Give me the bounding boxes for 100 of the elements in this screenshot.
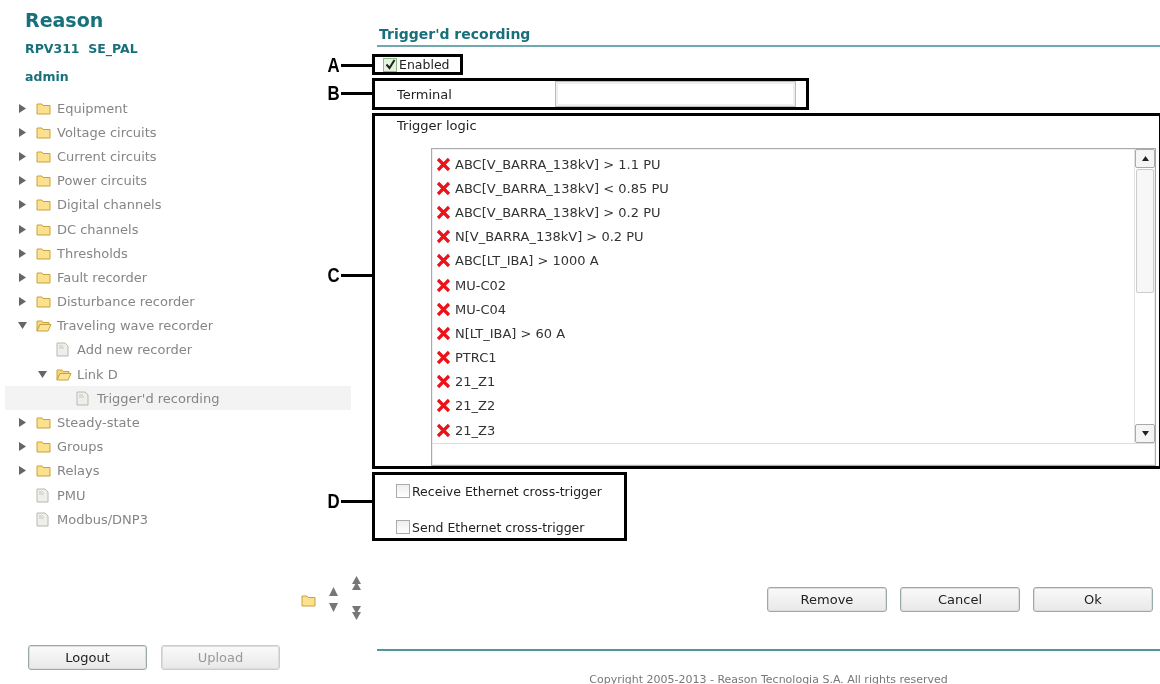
trigger-item[interactable]: MU-C02 [432, 272, 1134, 298]
collapsed-arrow-icon[interactable] [18, 418, 27, 428]
tree-item[interactable]: Groups [5, 434, 311, 459]
delete-icon[interactable] [436, 374, 451, 390]
expanded-arrow-icon[interactable] [38, 369, 47, 379]
open-folder-icon [56, 367, 72, 381]
collapsed-arrow-icon[interactable] [18, 272, 27, 282]
collapsed-arrow-icon[interactable] [18, 103, 27, 113]
collapsed-arrow-icon[interactable] [18, 466, 27, 476]
delete-icon[interactable] [436, 180, 451, 196]
delete-icon[interactable] [436, 253, 451, 269]
scrollbar[interactable] [1134, 149, 1155, 443]
tree-item[interactable]: Trigger'd recording [5, 386, 351, 411]
folder-icon [36, 125, 51, 139]
callout-label: D [327, 489, 340, 513]
tree-item[interactable]: Voltage circuits [5, 120, 311, 145]
callout-label: C [327, 263, 340, 287]
collapsed-arrow-icon[interactable] [18, 248, 27, 258]
trigger-item[interactable]: ABC[V_BARRA_138kV] < 0.85 PU [432, 176, 1134, 201]
folder-icon [36, 101, 51, 115]
trigger-item[interactable]: MU-C04 [432, 297, 1134, 322]
action-button[interactable]: Ok [1033, 587, 1153, 612]
expanded-arrow-icon[interactable] [18, 321, 27, 331]
collapsed-arrow-icon[interactable] [18, 442, 27, 452]
tree-item[interactable]: Power circuits [5, 168, 311, 193]
collapsed-arrow-icon[interactable] [18, 224, 27, 234]
trigger-item[interactable]: ABC[LT_IBA] > 1000 A [432, 248, 1134, 273]
page-title: Trigger'd recording [377, 26, 1160, 47]
trigger-item[interactable]: 21_Z3 [432, 418, 1134, 443]
folder-icon[interactable] [301, 593, 316, 607]
tree-item[interactable]: PMU [5, 483, 311, 508]
tree-item[interactable]: Relays [5, 458, 311, 483]
trigger-item[interactable]: ABC[V_BARRA_138kV] > 1.1 PU [432, 152, 1134, 177]
delete-icon[interactable] [436, 229, 451, 245]
tree-item[interactable]: Equipment [5, 96, 311, 121]
action-button[interactable]: Cancel [900, 587, 1020, 612]
checkbox[interactable] [396, 520, 410, 534]
open-folder-icon [36, 319, 52, 333]
folder-icon [36, 270, 51, 284]
folder-icon [36, 222, 51, 236]
trigger-listbox[interactable]: ABC[V_BARRA_138kV] > 1.1 PU ABC[V_BARRA_138kV] < 0.85 PU ABC[V_BARRA_138kV] > 0.2 PU N[V_BARRA_138kV] > 0.2 PU ABC[LT_IBA] > 1000 A MU-C02 MU-C04 N[LT_IBA] > 60 A PTRC1 21_Z1 21_Z2 21_Z3 [431, 148, 1156, 466]
collapsed-arrow-icon[interactable] [18, 127, 27, 137]
folder-icon [36, 440, 51, 454]
device-name: RPV311 SE_PAL [25, 41, 138, 56]
tree-item[interactable]: Modbus/DNP3 [5, 507, 311, 532]
tree-item[interactable]: Link D [5, 362, 331, 387]
tree-item[interactable]: Digital channels [5, 192, 311, 217]
field-label: Trigger logic [397, 118, 478, 133]
field-label: Terminal [397, 86, 453, 102]
collapsed-arrow-icon[interactable] [18, 297, 27, 307]
delete-icon[interactable] [436, 204, 451, 220]
checkbox-label: Receive Ethernet cross-trigger [412, 483, 602, 499]
checkbox[interactable] [383, 57, 397, 72]
tree-item[interactable]: Traveling wave recorder [5, 313, 311, 338]
trigger-item[interactable]: ABC[V_BARRA_138kV] > 0.2 PU [432, 200, 1134, 225]
tree-item[interactable]: Disturbance recorder [5, 289, 311, 314]
trigger-item[interactable]: 21_Z2 [432, 393, 1134, 419]
page-icon [56, 342, 69, 358]
folder-icon [36, 295, 51, 309]
checkbox-label: Send Ethernet cross-trigger [412, 519, 585, 535]
page-icon [36, 511, 49, 527]
collapsed-arrow-icon[interactable] [18, 176, 27, 186]
callout-label: A [327, 53, 340, 77]
delete-icon[interactable] [436, 325, 451, 341]
action-button[interactable]: Remove [767, 587, 887, 612]
folder-icon [36, 174, 51, 188]
delete-icon[interactable] [436, 277, 451, 293]
trigger-item[interactable]: PTRC1 [432, 345, 1134, 370]
scroll-down-icon[interactable] [1135, 424, 1155, 443]
terminal-input-field[interactable] [555, 81, 796, 107]
user-name: admin [25, 69, 69, 84]
tree-item[interactable]: Current circuits [5, 144, 311, 169]
folder-icon [36, 198, 51, 212]
delete-icon[interactable] [436, 350, 451, 366]
move-up-down-icon[interactable] [328, 586, 339, 615]
brand-title: Reason [25, 9, 104, 31]
delete-icon[interactable] [436, 156, 451, 172]
collapsed-arrow-icon[interactable] [18, 151, 27, 161]
folder-icon [36, 149, 51, 163]
page-icon [76, 390, 89, 406]
tree-item[interactable]: Add new recorder [5, 337, 331, 363]
callout-label: B [327, 81, 340, 105]
trigger-item[interactable]: N[V_BARRA_138kV] > 0.2 PU [432, 224, 1134, 249]
tree-item[interactable]: Steady-state [5, 410, 311, 435]
delete-icon[interactable] [436, 422, 451, 438]
folder-icon [36, 416, 51, 430]
delete-icon[interactable] [436, 398, 451, 414]
delete-icon[interactable] [436, 301, 451, 317]
tree-item[interactable]: Fault recorder [5, 265, 311, 290]
checkbox[interactable] [396, 484, 410, 498]
collapsed-arrow-icon[interactable] [18, 200, 27, 210]
scroll-thumb[interactable] [1136, 169, 1154, 293]
trigger-item[interactable]: 21_Z1 [432, 369, 1134, 394]
tree-item[interactable]: DC channels [5, 216, 311, 242]
trigger-item[interactable]: N[LT_IBA] > 60 A [432, 321, 1134, 346]
folder-icon [36, 464, 51, 478]
folder-icon [36, 246, 51, 260]
tree-item[interactable]: Thresholds [5, 241, 311, 266]
sidebar-button[interactable]: Logout [28, 645, 147, 671]
scroll-up-icon[interactable] [1135, 149, 1155, 168]
